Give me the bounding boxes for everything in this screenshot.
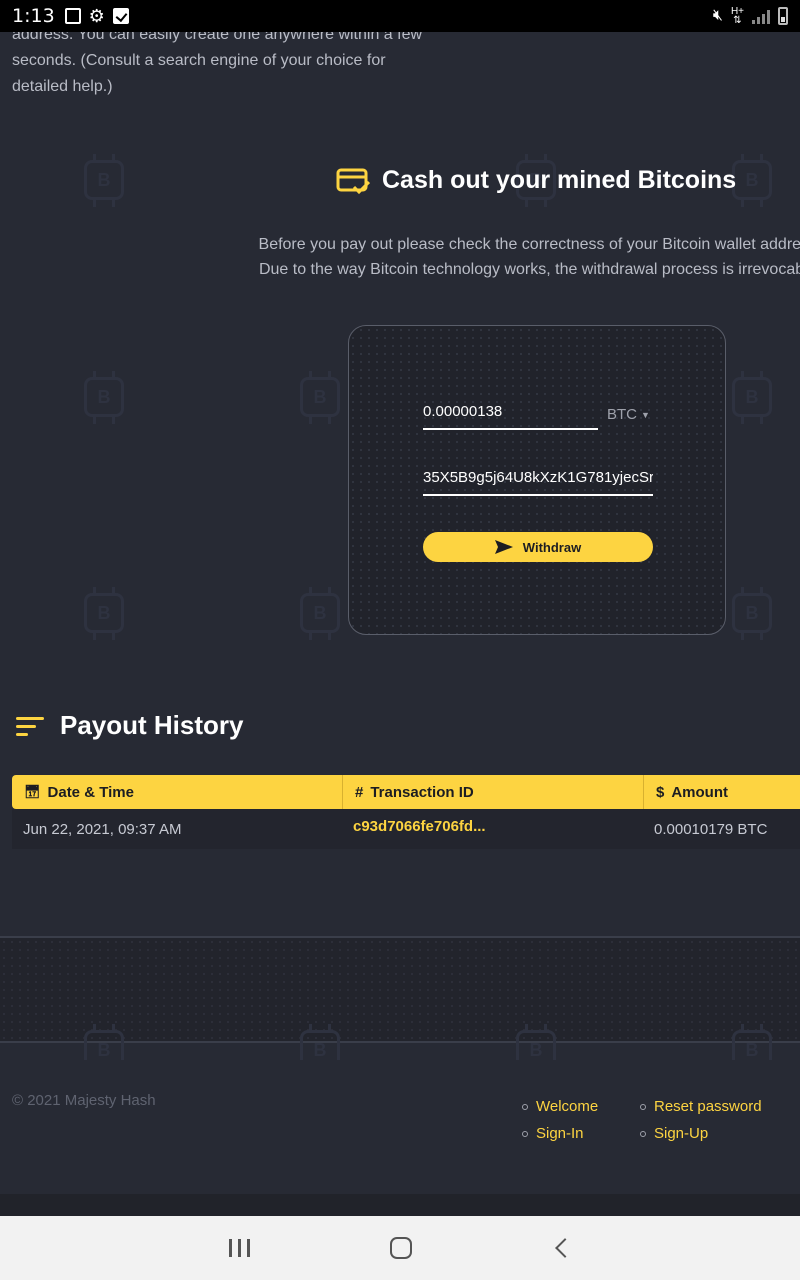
cell-date: Jun 22, 2021, 09:37 AM — [23, 820, 182, 838]
amount-input[interactable]: 0.00000138 — [423, 400, 598, 430]
footer-link-welcome[interactable]: Welcome — [522, 1098, 640, 1115]
bitcoin-chip-icon: B — [84, 371, 124, 423]
credit-card-check-icon — [336, 167, 371, 195]
gallery-notification-icon — [64, 8, 81, 24]
copyright: © 2021 Majesty Hash — [12, 1092, 156, 1109]
bullet-icon — [640, 1103, 646, 1110]
sort-lines-icon — [16, 715, 46, 737]
intro-text: address. You can easily create one anywh… — [12, 26, 423, 95]
footer-link-sign-in[interactable]: Sign-In — [522, 1125, 640, 1142]
bitcoin-chip-icon: B — [300, 587, 340, 639]
currency-select[interactable]: BTC ▼ — [607, 406, 650, 423]
battery-icon — [778, 7, 788, 25]
column-label: Transaction ID — [370, 783, 474, 801]
withdraw-button-label: Withdraw — [522, 539, 582, 555]
column-transaction-id[interactable]: # Transaction ID — [343, 775, 644, 809]
footer-link-label: Welcome — [536, 1098, 599, 1115]
bitcoin-chip-icon: B — [732, 154, 772, 206]
bitcoin-chip-icon: B — [84, 154, 124, 206]
withdraw-form: 0.00000138 BTC ▼ 35X5B9g5j64U8kXzK1G781yj… — [348, 325, 726, 635]
system-navigation-bar — [0, 1216, 800, 1280]
bitcoin-chip-icon: B — [84, 587, 124, 639]
signal-icon — [752, 8, 770, 24]
wallet-address-input[interactable]: 35X5B9g5j64U8kXzK1G781yjecSr — [423, 466, 653, 496]
back-button[interactable] — [554, 1238, 575, 1258]
send-icon — [494, 540, 513, 554]
withdraw-button[interactable]: Withdraw — [423, 532, 653, 562]
task-notification-icon — [112, 8, 129, 24]
payout-history-title: Payout History — [16, 710, 244, 741]
dollar-icon: $ — [656, 783, 665, 801]
status-bar: 1:13 ⚙ 🔇︎ H+ ⇅ — [0, 0, 800, 32]
home-button[interactable] — [389, 1237, 412, 1259]
cell-amount: 0.00010179 BTC — [654, 820, 768, 838]
settings-notification-icon: ⚙ — [88, 6, 105, 26]
hash-icon: # — [355, 783, 364, 801]
bitcoin-chip-icon: B — [300, 371, 340, 423]
footer-band — [0, 936, 800, 1043]
payout-history-table: 📅︎ Date & Time # Transaction ID $ Amount… — [12, 775, 800, 849]
bullet-icon — [640, 1130, 646, 1137]
currency-select-value: BTC — [607, 406, 637, 423]
status-time: 1:13 — [12, 5, 55, 27]
mute-icon: 🔇︎ — [712, 7, 723, 24]
cell-transaction-id[interactable]: c93d7066fe706fd... — [343, 818, 644, 835]
footer-link-reset-password[interactable]: Reset password — [640, 1098, 790, 1115]
footer-links: Welcome Reset password Sign-In Sign-Up — [522, 1098, 790, 1142]
bitcoin-chip-icon: B — [732, 587, 772, 639]
footer-link-label: Sign-Up — [654, 1125, 709, 1142]
column-date-time[interactable]: 📅︎ Date & Time — [12, 775, 343, 809]
bullet-icon — [522, 1103, 528, 1110]
footer-link-sign-up[interactable]: Sign-Up — [640, 1125, 790, 1142]
payout-history-title-text: Payout History — [60, 710, 244, 740]
footer-link-label: Reset password — [654, 1098, 762, 1115]
cashout-title-text: Cash out your mined Bitcoins — [382, 166, 737, 194]
notice-line-2: Due to the way Bitcoin technology works,… — [258, 261, 800, 278]
bitcoin-chip-icon: B — [732, 371, 772, 423]
bullet-icon — [522, 1130, 528, 1137]
column-amount[interactable]: $ Amount — [644, 775, 800, 809]
data-transfer-icon: H+ ⇅ — [730, 6, 744, 26]
footer-link-label: Sign-In — [536, 1125, 584, 1142]
table-row: Jun 22, 2021, 09:37 AM c93d7066fe706fd..… — [12, 809, 800, 849]
column-label: Date & Time — [47, 783, 134, 801]
calendar-icon: 📅︎ — [24, 784, 41, 799]
bottom-strip — [0, 1194, 800, 1216]
notice-line-1: Before you pay out please check the corr… — [258, 236, 800, 253]
table-header: 📅︎ Date & Time # Transaction ID $ Amount — [12, 775, 800, 809]
payout-notice: Before you pay out please check the corr… — [210, 232, 800, 282]
cashout-title: Cash out your mined Bitcoins — [336, 166, 736, 195]
recents-button[interactable] — [228, 1239, 250, 1257]
dropdown-arrow-icon: ▼ — [641, 410, 650, 421]
column-label: Amount — [671, 783, 728, 801]
